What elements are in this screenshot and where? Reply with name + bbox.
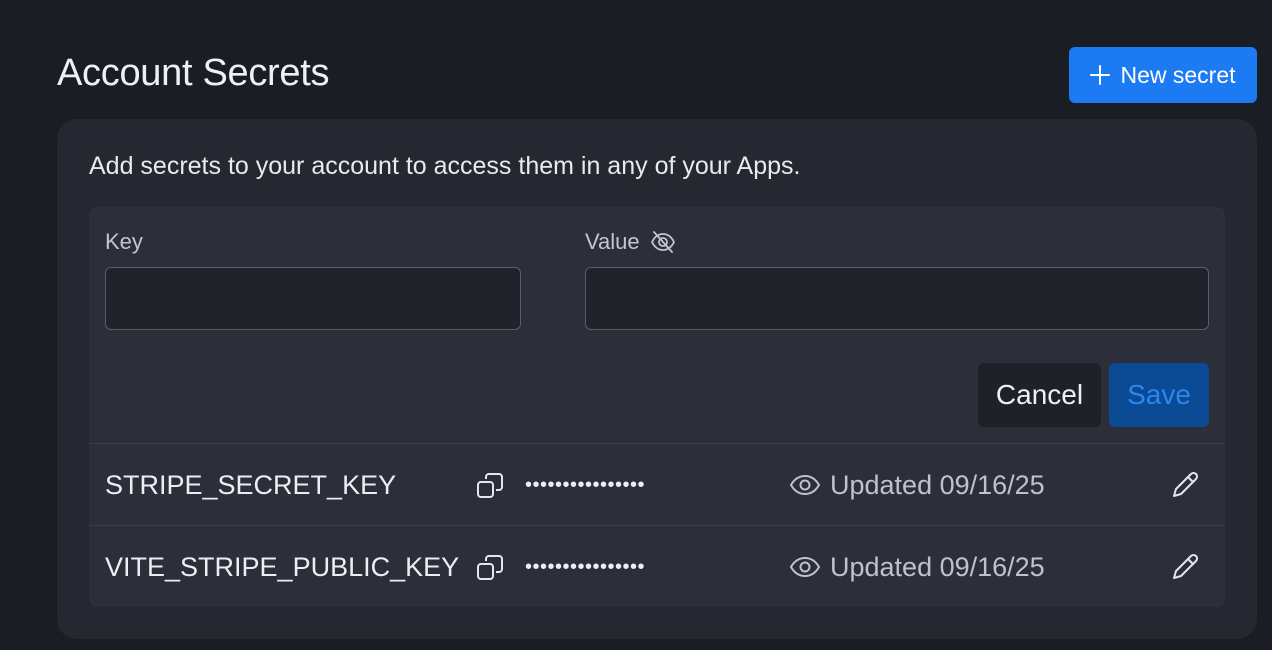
secret-updated: Updated 09/16/25 [830,552,1045,582]
secret-key: STRIPE_SECRET_KEY [105,470,397,500]
value-input[interactable] [585,267,1209,330]
secrets-panel: Key Value Cancel Save STRIPE_SECRET_KEY [89,207,1225,607]
value-label-text: Value [585,229,640,254]
page-title: Account Secrets [57,52,330,94]
secret-masked-value: •••••••••••••••• [525,474,646,496]
eye-icon[interactable] [789,470,821,500]
secret-masked-value: •••••••••••••••• [525,556,646,578]
eye-icon[interactable] [789,552,821,582]
secret-key: VITE_STRIPE_PUBLIC_KEY [105,552,460,582]
new-secret-label: New secret [1120,61,1236,88]
copy-icon[interactable] [475,553,505,583]
cancel-button[interactable]: Cancel [978,363,1101,427]
secrets-card: Add secrets to your account to access th… [57,119,1257,639]
new-secret-button[interactable]: New secret [1069,47,1257,103]
eye-off-icon[interactable] [650,229,676,255]
pencil-icon[interactable] [1169,469,1201,501]
key-label: Key [105,229,143,255]
secret-updated: Updated 09/16/25 [830,470,1045,500]
save-button[interactable]: Save [1109,363,1209,427]
key-input[interactable] [105,267,521,330]
card-description: Add secrets to your account to access th… [89,152,801,180]
secret-row: STRIPE_SECRET_KEY •••••••••••••••• Updat… [89,443,1225,525]
account-secrets-page: Account Secrets New secret Add secrets t… [0,0,1272,650]
key-label-text: Key [105,229,143,254]
plus-icon [1090,65,1111,85]
copy-icon[interactable] [475,471,505,501]
pencil-icon[interactable] [1169,551,1201,583]
value-label: Value [585,229,676,255]
secret-row: VITE_STRIPE_PUBLIC_KEY •••••••••••••••• … [89,525,1225,607]
